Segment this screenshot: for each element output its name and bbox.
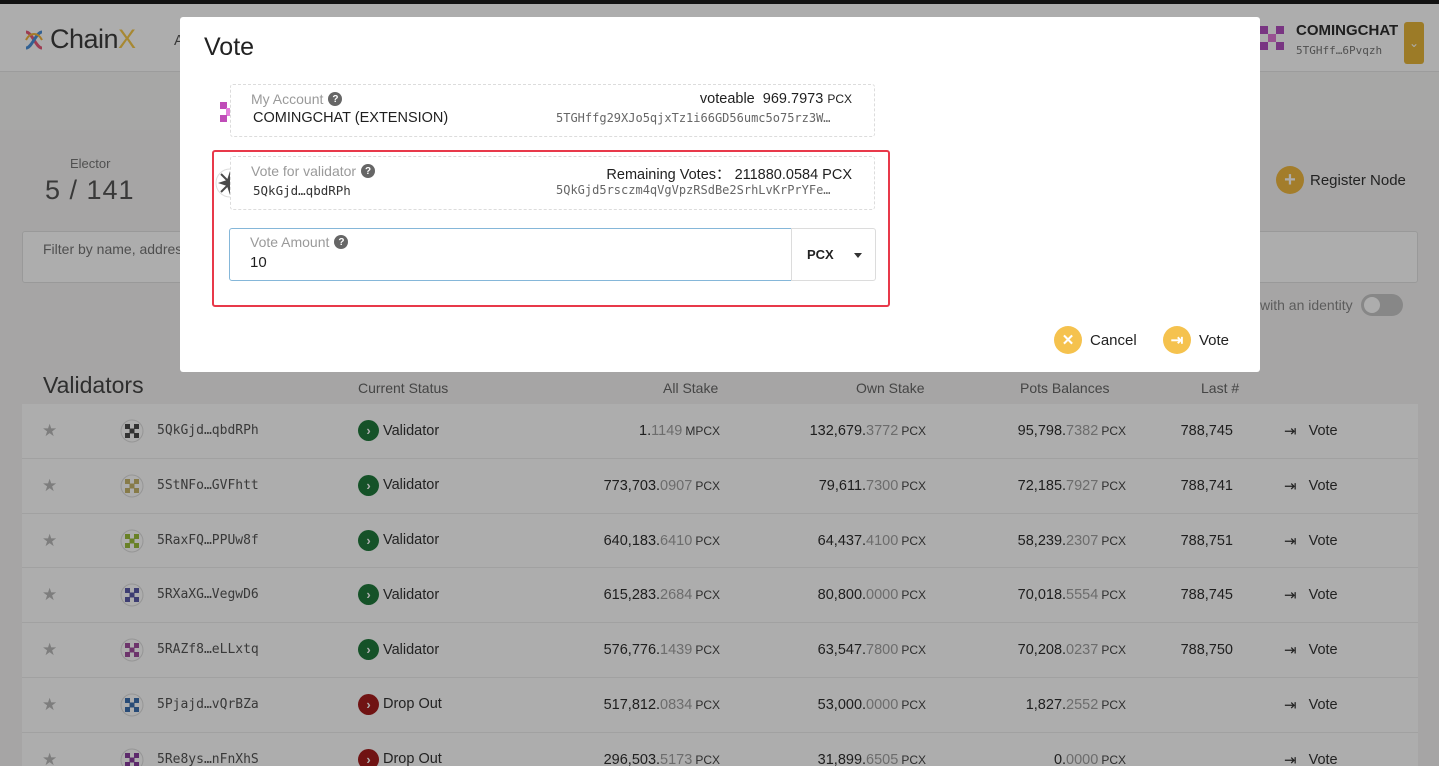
modal-title: Vote: [204, 33, 255, 61]
highlight-annotation-box: [212, 150, 890, 307]
my-account-label: My Account?: [251, 91, 343, 107]
vote-submit-label: Vote: [1199, 331, 1230, 349]
cancel-label: Cancel: [1090, 331, 1137, 349]
my-account-field[interactable]: My Account? COMINGCHAT (EXTENSION) votea…: [230, 84, 875, 137]
help-icon[interactable]: ?: [328, 92, 343, 106]
my-account-address: 5TGHffg29XJo5qjxTz1i66GD56umc5o75rz3W…: [556, 111, 831, 125]
cancel-button[interactable]: ✕ Cancel: [1054, 326, 1137, 354]
close-icon: ✕: [1054, 326, 1082, 354]
vote-modal: Vote My Account? COMINGCHAT (EXTENSION) …: [180, 17, 1260, 372]
voteable-balance: voteable 969.7973 PCX: [699, 91, 852, 107]
vote-submit-button[interactable]: ⇥ Vote: [1163, 326, 1229, 354]
my-account-name: COMINGCHAT (EXTENSION): [253, 110, 449, 126]
sign-in-icon: ⇥: [1163, 326, 1191, 354]
